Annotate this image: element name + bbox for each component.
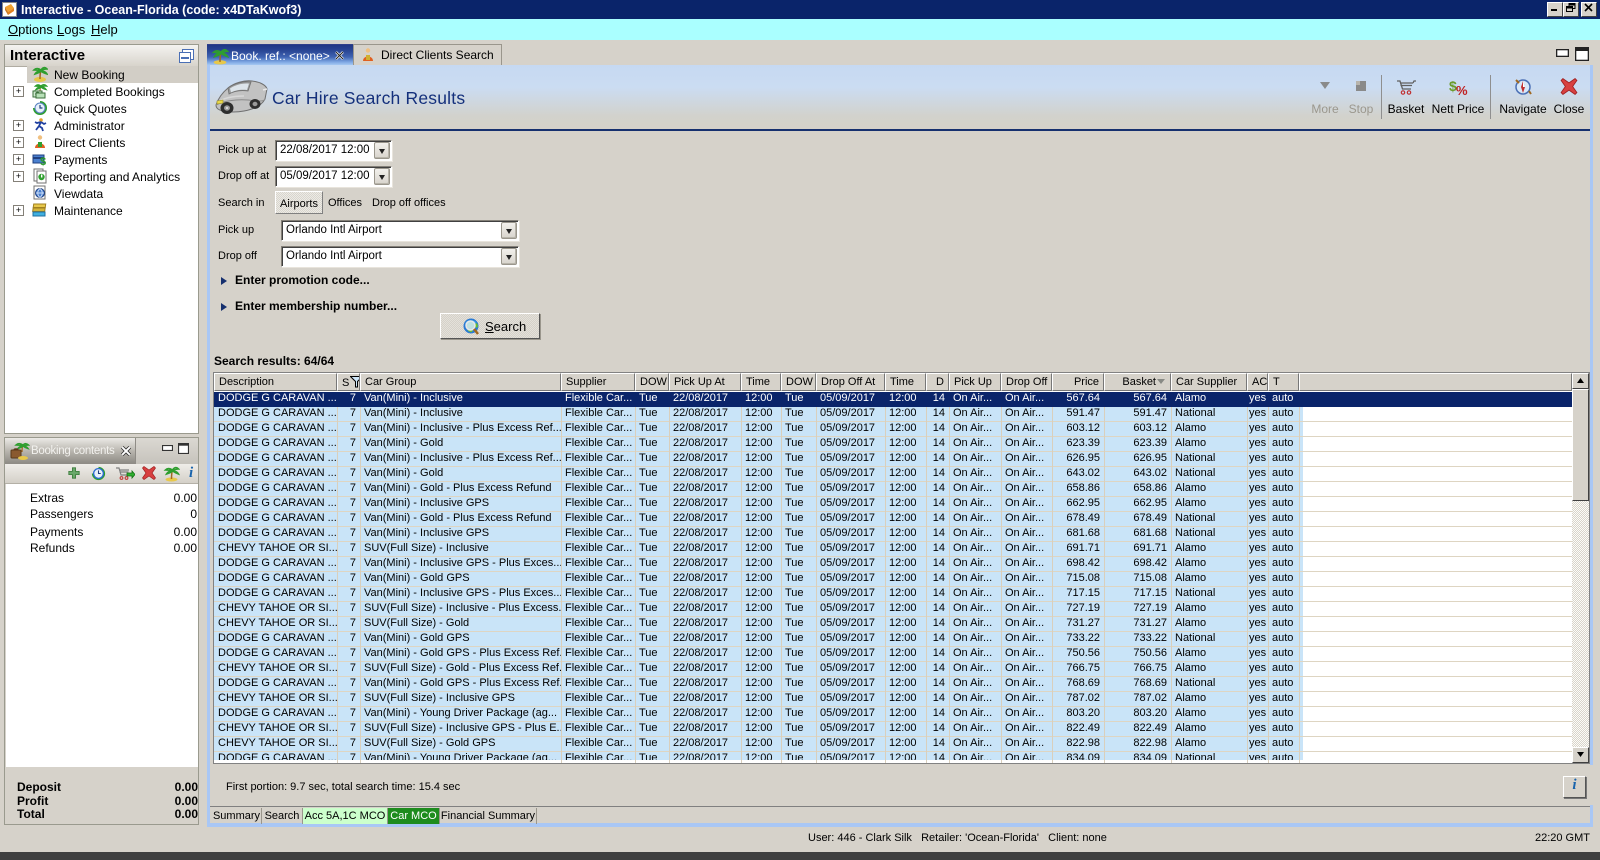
svg-text:%: % xyxy=(1456,83,1468,96)
svg-text:$: $ xyxy=(40,156,46,167)
